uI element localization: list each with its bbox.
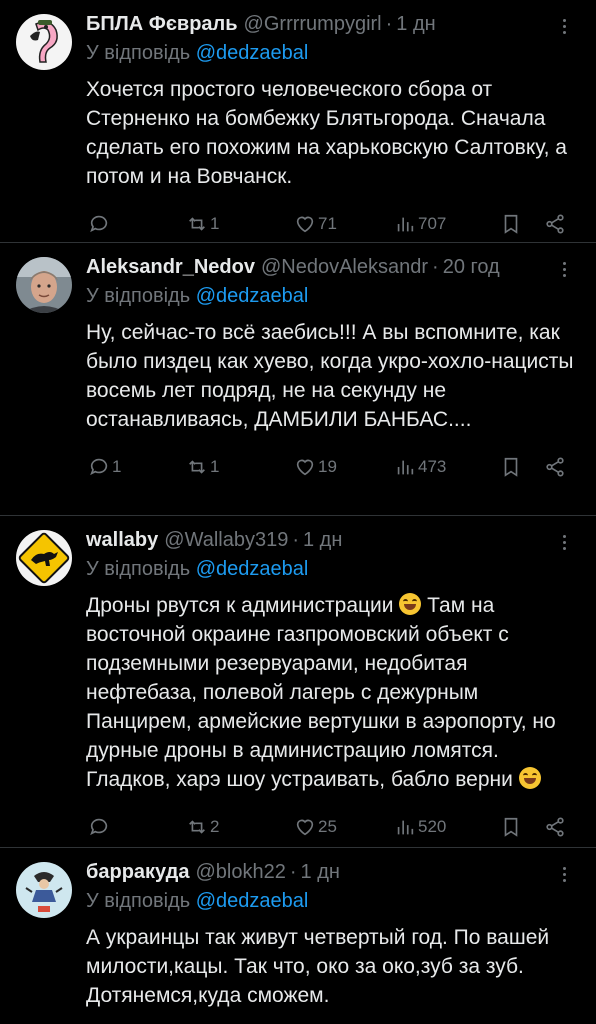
like-count: 71 (318, 214, 337, 233)
reply-icon (90, 818, 108, 836)
like-button[interactable]: 19 (294, 456, 337, 478)
views-button[interactable]: 520 (394, 816, 446, 838)
share-icon (546, 214, 564, 234)
reply-prefix: У відповідь (86, 890, 191, 912)
share-button[interactable] (544, 456, 566, 478)
more-options-button[interactable] (554, 257, 574, 281)
action-bar: 1 1 19 473 (86, 442, 580, 498)
mention-link[interactable]: @dedzaebal (196, 558, 309, 580)
author-name[interactable]: БПЛА Фєвраль (86, 12, 238, 36)
author-handle[interactable]: @Wallaby319 (164, 528, 288, 552)
tweet[interactable]: БПЛА Фєвраль @Grrrrumpygirl · 1 дн У від… (0, 0, 596, 243)
bookmark-button[interactable] (500, 213, 522, 235)
bookmark-button[interactable] (500, 816, 522, 838)
kangaroo-sign-avatar[interactable] (16, 530, 72, 586)
separator-dot: · (432, 256, 439, 278)
reply-count: 1 (112, 457, 122, 476)
more-options-button[interactable] (554, 14, 574, 38)
illustration-avatar[interactable] (16, 862, 72, 918)
more-options-button[interactable] (554, 862, 574, 886)
repost-icon (189, 217, 205, 231)
view-count: 520 (418, 817, 447, 836)
author-name[interactable]: wallaby (86, 528, 158, 552)
reply-context: У відповідь @dedzaebal (86, 41, 580, 65)
view-count: 473 (418, 457, 447, 476)
repost-button[interactable]: 1 (186, 213, 219, 235)
share-button[interactable] (544, 816, 566, 838)
author-handle[interactable]: @Grrrrumpygirl (244, 12, 382, 36)
tweet-text: А украинцы так живут четвертый год. По в… (86, 926, 555, 1007)
heart-icon (296, 459, 314, 476)
mention-link[interactable]: @dedzaebal (196, 285, 309, 307)
like-count: 25 (318, 817, 337, 836)
author-handle[interactable]: @blokh22 (196, 860, 286, 884)
separator-dot: · (292, 529, 299, 551)
bookmark-icon (504, 817, 518, 837)
views-button[interactable]: 473 (394, 456, 446, 478)
views-icon (397, 460, 414, 475)
reply-prefix: У відповідь (86, 42, 191, 64)
reply-icon (90, 215, 108, 233)
tweet-text: Ну, сейчас-то всё заебись!!! А вы вспомн… (86, 321, 580, 431)
man-photo-avatar[interactable] (16, 257, 72, 313)
separator-dot: · (385, 13, 393, 35)
tweet-text: Дроны рвутся к администрации Там на вост… (86, 591, 580, 794)
views-icon (397, 820, 414, 835)
timestamp[interactable]: 1 дн (303, 528, 342, 552)
separator-dot: · (289, 861, 297, 883)
timestamp[interactable]: 1 дн (396, 12, 435, 36)
like-button[interactable]: 25 (294, 816, 337, 838)
tweet[interactable]: wallaby @Wallaby319 · 1 дн У відповідь @… (0, 516, 596, 848)
share-icon (546, 457, 564, 477)
reply-button[interactable] (88, 816, 112, 838)
views-icon (397, 217, 414, 232)
tweet[interactable]: Aleksandr_Nedov @NedovAleksandr · 20 год… (0, 243, 596, 516)
tweet-text-part: Там на восточной окраине газпромовский о… (86, 594, 562, 791)
timestamp[interactable]: 1 дн (301, 860, 340, 884)
heart-icon (296, 819, 314, 836)
view-count: 707 (418, 214, 447, 233)
share-button[interactable] (544, 213, 566, 235)
reply-context: У відповідь @dedzaebal (86, 557, 580, 581)
repost-count: 1 (210, 457, 220, 476)
repost-icon (189, 460, 205, 474)
laughing-emoji-icon (518, 767, 541, 789)
like-button[interactable]: 71 (294, 213, 337, 235)
like-count: 19 (318, 457, 337, 476)
timestamp[interactable]: 20 год (443, 255, 500, 279)
share-icon (546, 817, 564, 837)
flamingo-avatar[interactable] (16, 14, 72, 70)
tweet-text: Хочется простого человеческого сбора от … (86, 78, 573, 188)
bookmark-icon (504, 214, 518, 234)
repost-button[interactable]: 2 (186, 816, 219, 838)
reply-context: У відповідь @dedzaebal (86, 284, 580, 308)
reply-button[interactable]: 1 (88, 456, 121, 478)
repost-button[interactable]: 1 (186, 456, 219, 478)
more-options-button[interactable] (554, 530, 574, 554)
author-name[interactable]: Aleksandr_Nedov (86, 255, 255, 279)
reply-prefix: У відповідь (86, 285, 191, 307)
tweet-text-part: Дроны рвутся к администрации (86, 594, 400, 617)
views-button[interactable]: 707 (394, 213, 446, 235)
tweet[interactable]: барракуда @blokh22 · 1 дн У відповідь @d… (0, 848, 596, 1024)
reply-context: У відповідь @dedzaebal (86, 889, 580, 913)
reply-button[interactable] (88, 213, 112, 235)
reply-feed: БПЛА Фєвраль @Grrrrumpygirl · 1 дн У від… (0, 0, 596, 1024)
reply-prefix: У відповідь (86, 558, 191, 580)
mention-link[interactable]: @dedzaebal (196, 890, 309, 912)
bookmark-button[interactable] (500, 456, 522, 478)
laughing-emoji-icon (399, 593, 422, 615)
repost-icon (189, 820, 205, 834)
author-name[interactable]: барракуда (86, 860, 190, 884)
author-handle[interactable]: @NedovAleksandr (261, 255, 428, 279)
repost-count: 2 (210, 817, 220, 836)
repost-count: 1 (210, 214, 220, 233)
mention-link[interactable]: @dedzaebal (196, 42, 309, 64)
reply-icon (90, 458, 108, 476)
heart-icon (296, 216, 314, 233)
bookmark-icon (504, 457, 518, 477)
